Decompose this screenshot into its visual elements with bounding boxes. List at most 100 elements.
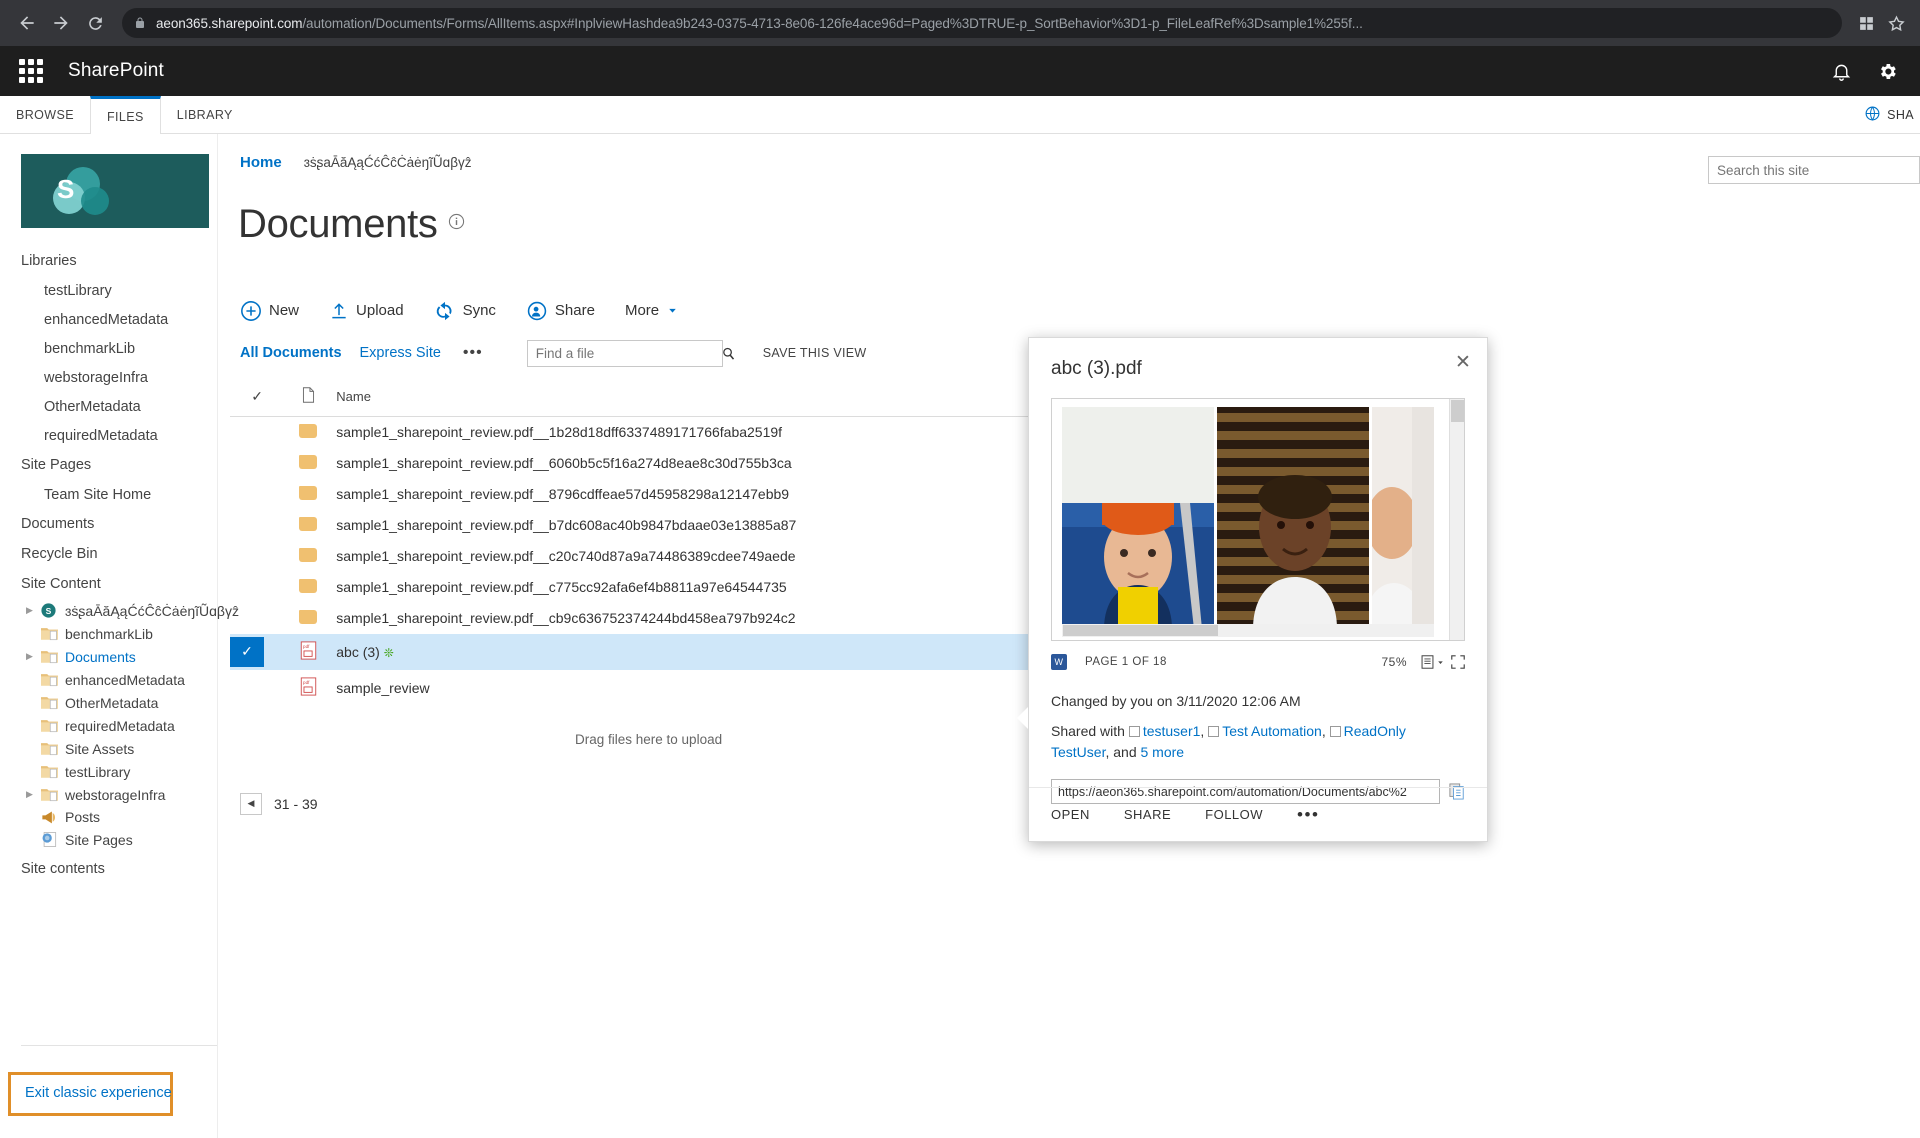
sync-button[interactable]: Sync: [434, 300, 496, 322]
chevron-right-icon[interactable]: ▶: [26, 651, 38, 662]
nav-group-libraries[interactable]: Libraries: [0, 246, 217, 276]
shared-person-1[interactable]: testuser1: [1143, 723, 1201, 739]
sidebar-item-testlibrary[interactable]: testLibrary: [0, 276, 217, 305]
share-button[interactable]: Share: [526, 300, 595, 322]
tree-item-webstorageinfra[interactable]: ▶ webstorageInfra: [0, 783, 217, 806]
shared-person-2[interactable]: Test Automation: [1222, 723, 1322, 739]
nav-group-site-content[interactable]: Site Content: [0, 569, 217, 599]
view-express-site[interactable]: Express Site: [360, 345, 441, 361]
col-type[interactable]: [284, 380, 333, 417]
follow-button[interactable]: FOLLOW: [1205, 807, 1263, 822]
tree-item-othermetadata[interactable]: OtherMetadata: [0, 691, 217, 714]
exit-classic-experience-link[interactable]: Exit classic experience: [25, 1085, 172, 1101]
row-checkbox[interactable]: [230, 479, 284, 510]
tab-browse[interactable]: BROWSE: [0, 96, 90, 133]
find-a-file-box[interactable]: [526, 339, 734, 367]
sidebar-item-requiredmetadata[interactable]: requiredMetadata: [0, 421, 217, 450]
find-file-input[interactable]: [527, 345, 721, 361]
tree-item-site-pages[interactable]: Site Pages: [0, 828, 217, 851]
row-checkbox[interactable]: [230, 603, 284, 634]
row-checkbox[interactable]: ✓: [230, 634, 284, 670]
tree-item-site[interactable]: ▶ S ɜṡʂaĀăĄąĆćĈĉĊȧėŋĩŨɑβγẑ: [0, 599, 239, 622]
tab-library[interactable]: LIBRARY: [161, 96, 249, 133]
row-name[interactable]: sample1_sharepoint_review.pdf__6060b5c5f…: [332, 448, 1131, 479]
tree-item-site-assets[interactable]: Site Assets: [0, 737, 217, 760]
extensions-icon[interactable]: [1852, 9, 1880, 37]
page-count-label: PAGE 1 OF 18: [1085, 656, 1167, 668]
row-name[interactable]: sample1_sharepoint_review.pdf__cb9c63675…: [332, 603, 1131, 634]
tree-item-benchmarklib[interactable]: benchmarkLib: [0, 622, 217, 645]
reload-icon[interactable]: [78, 6, 112, 40]
checkmark-icon[interactable]: ✓: [230, 636, 264, 667]
vscroll-thumb[interactable]: [1450, 400, 1464, 422]
thumbnail-hscrollbar[interactable]: [1062, 624, 1434, 637]
gear-icon[interactable]: [1864, 46, 1910, 96]
upload-button[interactable]: Upload: [329, 300, 404, 322]
sidebar-item-team-site-home[interactable]: Team Site Home: [0, 480, 217, 509]
chevron-right-icon[interactable]: ▶: [26, 605, 38, 616]
checkmark-icon[interactable]: ✓: [251, 388, 263, 404]
open-button[interactable]: OPEN: [1051, 807, 1090, 822]
share-button[interactable]: SHARE: [1124, 807, 1171, 822]
row-checkbox[interactable]: [230, 670, 284, 706]
fullscreen-icon[interactable]: [1451, 655, 1465, 669]
share-label[interactable]: SHA: [1887, 108, 1914, 122]
row-type-icon: [284, 541, 332, 572]
new-button[interactable]: New: [240, 300, 299, 322]
row-name[interactable]: sample1_sharepoint_review.pdf__c20c740d8…: [332, 541, 1131, 572]
close-icon[interactable]: ✕: [1451, 350, 1475, 374]
view-all-documents[interactable]: All Documents: [240, 345, 342, 361]
hscroll-thumb[interactable]: [1063, 625, 1218, 636]
sharepoint-brand[interactable]: SharePoint: [68, 60, 164, 82]
info-icon[interactable]: [448, 213, 465, 235]
tree-item-requiredmetadata[interactable]: requiredMetadata: [0, 714, 217, 737]
search-input[interactable]: [1709, 162, 1919, 178]
col-select-all[interactable]: ✓: [230, 380, 285, 417]
col-name[interactable]: Name: [332, 380, 1132, 417]
sidebar-item-benchmarklib[interactable]: benchmarkLib: [0, 334, 217, 363]
tree-item-documents[interactable]: ▶ Documents: [0, 645, 217, 668]
prev-page-icon[interactable]: ◀: [240, 792, 262, 815]
more-button[interactable]: More: [625, 302, 679, 319]
row-name[interactable]: abc (3) ❊: [332, 634, 1131, 670]
tree-item-posts[interactable]: Posts: [0, 806, 217, 828]
row-checkbox[interactable]: [230, 510, 284, 541]
sidebar-item-enhancedmetadata[interactable]: enhancedMetadata: [0, 305, 217, 334]
forward-arrow-icon[interactable]: [44, 6, 78, 40]
callout-more-icon[interactable]: •••: [1297, 805, 1319, 825]
row-name[interactable]: sample1_sharepoint_review.pdf__1b28d18df…: [332, 416, 1131, 448]
nav-group-site-pages[interactable]: Site Pages: [0, 450, 217, 480]
address-bar[interactable]: aeon365.sharepoint.com/automation/Docume…: [122, 8, 1842, 38]
breadcrumb-site[interactable]: ɜṡʂaĀăĄąĆćĈĉĊȧėŋĩŨɑβγẑ: [304, 155, 472, 170]
row-checkbox[interactable]: [230, 448, 284, 479]
chevron-right-icon[interactable]: ▶: [26, 789, 38, 800]
sidebar-item-site-contents[interactable]: Site contents: [0, 851, 217, 884]
bell-icon[interactable]: [1818, 46, 1864, 96]
tab-files[interactable]: FILES: [89, 96, 161, 134]
sidebar-item-othermetadata[interactable]: OtherMetadata: [0, 392, 217, 421]
sidebar-item-recycle-bin[interactable]: Recycle Bin: [0, 539, 217, 569]
site-search-box[interactable]: [1708, 156, 1920, 184]
row-checkbox[interactable]: [230, 541, 284, 572]
sidebar-item-documents[interactable]: Documents: [0, 509, 217, 539]
document-page-thumbnail[interactable]: [1051, 398, 1465, 641]
row-checkbox[interactable]: [230, 416, 284, 448]
row-name[interactable]: sample1_sharepoint_review.pdf__8796cdffe…: [332, 479, 1131, 510]
shared-more-link[interactable]: 5 more: [1141, 744, 1185, 760]
row-checkbox[interactable]: [230, 572, 284, 603]
search-icon[interactable]: [721, 346, 736, 361]
bookmark-star-icon[interactable]: [1882, 9, 1910, 37]
thumbnail-vscrollbar[interactable]: [1449, 399, 1464, 640]
breadcrumb-home[interactable]: Home: [240, 154, 282, 171]
app-launcher-icon[interactable]: [16, 56, 46, 86]
save-this-view-link[interactable]: SAVE THIS VIEW: [763, 346, 867, 360]
back-arrow-icon[interactable]: [10, 6, 44, 40]
tree-item-enhancedmetadata[interactable]: enhancedMetadata: [0, 668, 217, 691]
tree-item-testlibrary[interactable]: testLibrary: [0, 760, 217, 783]
sidebar-item-webstorageinfra[interactable]: webstorageInfra: [0, 363, 217, 392]
row-name[interactable]: sample1_sharepoint_review.pdf__c775cc92a…: [332, 572, 1131, 603]
view-more-icon[interactable]: •••: [459, 344, 487, 362]
row-name[interactable]: sample_review: [332, 670, 1131, 706]
page-layout-icon[interactable]: [1421, 655, 1445, 669]
row-name[interactable]: sample1_sharepoint_review.pdf__b7dc608ac…: [332, 510, 1131, 541]
